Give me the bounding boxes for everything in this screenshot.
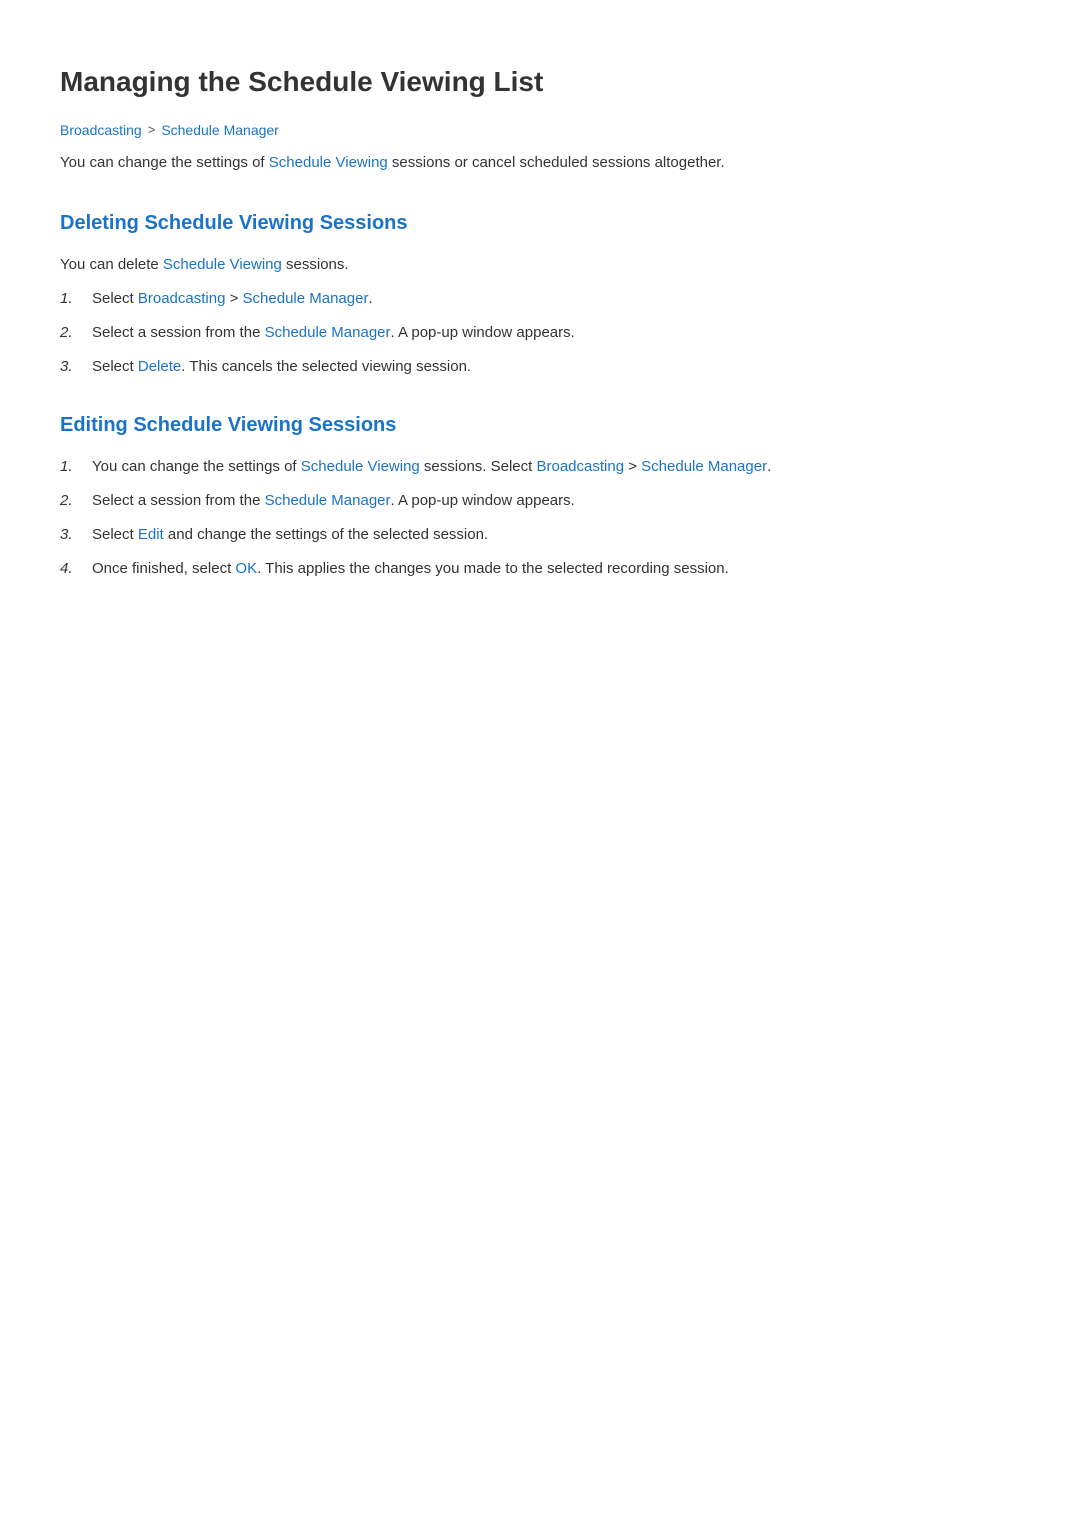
edit-step-1-broadcasting: Broadcasting [536, 458, 624, 475]
intro-text: You can change the settings of Schedule … [60, 151, 1020, 175]
delete-step-1-broadcasting: Broadcasting [138, 290, 226, 307]
section-delete: Deleting Schedule Viewing Sessions You c… [60, 207, 1020, 379]
delete-step-1-number: 1. [60, 287, 78, 311]
delete-step-2: 2. Select a session from the Schedule Ma… [60, 321, 1020, 345]
delete-step-3-delete: Delete [138, 358, 181, 375]
edit-step-4: 4. Once finished, select OK. This applie… [60, 557, 1020, 581]
section-delete-intro-highlight: Schedule Viewing [163, 256, 282, 273]
edit-step-1-content: You can change the settings of Schedule … [92, 455, 1020, 479]
delete-step-1-content: Select Broadcasting > Schedule Manager. [92, 287, 1020, 311]
delete-step-1: 1. Select Broadcasting > Schedule Manage… [60, 287, 1020, 311]
section-edit-title: Editing Schedule Viewing Sessions [60, 409, 1020, 441]
page-title: Managing the Schedule Viewing List [60, 60, 1020, 105]
delete-step-3-content: Select Delete. This cancels the selected… [92, 355, 1020, 379]
edit-step-4-number: 4. [60, 557, 78, 581]
edit-step-3-edit: Edit [138, 526, 164, 543]
edit-step-1-schedule-viewing: Schedule Viewing [301, 458, 420, 475]
intro-suffix: sessions or cancel scheduled sessions al… [388, 154, 725, 171]
section-delete-title: Deleting Schedule Viewing Sessions [60, 207, 1020, 239]
edit-step-3-content: Select Edit and change the settings of t… [92, 523, 1020, 547]
delete-step-3-number: 3. [60, 355, 78, 379]
section-edit: Editing Schedule Viewing Sessions 1. You… [60, 409, 1020, 581]
delete-step-2-number: 2. [60, 321, 78, 345]
section-delete-intro: You can delete Schedule Viewing sessions… [60, 253, 1020, 277]
edit-step-1: 1. You can change the settings of Schedu… [60, 455, 1020, 479]
edit-step-2: 2. Select a session from the Schedule Ma… [60, 489, 1020, 513]
intro-highlight: Schedule Viewing [269, 154, 388, 171]
breadcrumb: Broadcasting > Schedule Manager [60, 119, 1020, 141]
edit-step-2-content: Select a session from the Schedule Manag… [92, 489, 1020, 513]
edit-step-1-schedule-manager: Schedule Manager [641, 458, 767, 475]
intro-prefix: You can change the settings of [60, 154, 269, 171]
edit-step-4-ok: OK [235, 560, 257, 577]
delete-step-1-schedule-manager: Schedule Manager [243, 290, 369, 307]
section-delete-intro-prefix: You can delete [60, 256, 163, 273]
edit-step-4-content: Once finished, select OK. This applies t… [92, 557, 1020, 581]
delete-step-2-schedule-manager: Schedule Manager [265, 324, 391, 341]
edit-step-2-number: 2. [60, 489, 78, 513]
delete-step-2-content: Select a session from the Schedule Manag… [92, 321, 1020, 345]
edit-step-1-number: 1. [60, 455, 78, 479]
edit-step-3: 3. Select Edit and change the settings o… [60, 523, 1020, 547]
breadcrumb-broadcasting[interactable]: Broadcasting [60, 119, 142, 141]
edit-steps-list: 1. You can change the settings of Schedu… [60, 455, 1020, 581]
breadcrumb-schedule-manager[interactable]: Schedule Manager [161, 119, 279, 141]
section-delete-intro-suffix: sessions. [282, 256, 349, 273]
edit-step-3-number: 3. [60, 523, 78, 547]
delete-step-3: 3. Select Delete. This cancels the selec… [60, 355, 1020, 379]
delete-steps-list: 1. Select Broadcasting > Schedule Manage… [60, 287, 1020, 379]
edit-step-2-schedule-manager: Schedule Manager [265, 492, 391, 509]
breadcrumb-separator: > [148, 120, 156, 141]
